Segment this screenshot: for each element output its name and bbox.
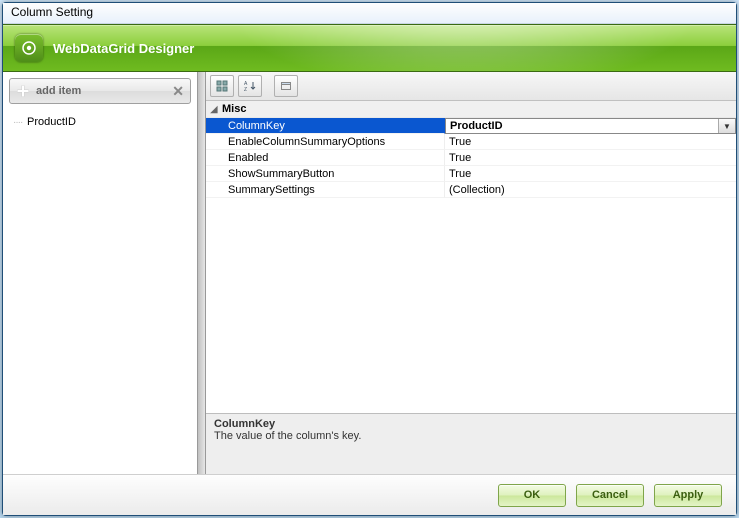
property-value[interactable]: True — [445, 150, 736, 166]
property-name: EnableColumnSummaryOptions — [206, 134, 445, 150]
property-category[interactable]: ◢ Misc — [206, 101, 736, 118]
apply-button[interactable]: Apply — [654, 484, 722, 507]
property-value-text: True — [449, 152, 471, 164]
description-text: The value of the column's key. — [214, 430, 728, 442]
property-value-text: True — [449, 136, 471, 148]
property-toolbar: AZ — [206, 72, 736, 101]
add-item-label: add item — [36, 85, 81, 97]
property-row-summarysettings[interactable]: SummarySettings (Collection) — [206, 182, 736, 198]
property-value[interactable]: ProductID ▼ — [445, 118, 736, 134]
property-value[interactable]: (Collection) — [445, 182, 736, 198]
category-label: Misc — [222, 103, 246, 115]
tree-connector-icon: ···· — [13, 117, 27, 128]
designer-header: WebDataGrid Designer — [3, 24, 736, 72]
property-value[interactable]: True — [445, 134, 736, 150]
designer-logo-icon — [15, 34, 43, 62]
window-title: Column Setting — [11, 5, 93, 19]
alphabetical-button[interactable]: AZ — [238, 75, 262, 97]
window-titlebar[interactable]: Column Setting — [3, 3, 736, 24]
property-row-columnkey[interactable]: ColumnKey ProductID ▼ — [206, 118, 736, 134]
property-pane: AZ ◢ Misc ColumnKey ProductID ▼ — [205, 72, 736, 474]
add-item-button[interactable]: add item ✕ — [9, 78, 191, 104]
property-value-text: True — [449, 168, 471, 180]
property-name: Enabled — [206, 150, 445, 166]
dropdown-icon[interactable]: ▼ — [718, 119, 735, 133]
splitter[interactable] — [198, 72, 205, 474]
item-tree: ···· ProductID — [3, 110, 197, 474]
tree-item-label: ProductID — [27, 116, 76, 128]
property-value[interactable]: True — [445, 166, 736, 182]
property-name: ColumnKey — [206, 118, 445, 134]
property-row-enablecolumnsummaryoptions[interactable]: EnableColumnSummaryOptions True — [206, 134, 736, 150]
plus-icon — [16, 84, 30, 98]
property-name: SummarySettings — [206, 182, 445, 198]
property-row-enabled[interactable]: Enabled True — [206, 150, 736, 166]
property-row-showsummarybutton[interactable]: ShowSummaryButton True — [206, 166, 736, 182]
property-description: ColumnKey The value of the column's key. — [206, 413, 736, 474]
description-name: ColumnKey — [214, 418, 728, 430]
categorized-button[interactable] — [210, 75, 234, 97]
dialog-window: Column Setting WebDataGrid Designer add … — [2, 2, 737, 516]
property-pages-button[interactable] — [274, 75, 298, 97]
content-area: add item ✕ ···· ProductID AZ — [3, 72, 736, 474]
dialog-footer: OK Cancel Apply — [3, 474, 736, 515]
close-icon[interactable]: ✕ — [172, 83, 184, 100]
property-grid: ◢ Misc ColumnKey ProductID ▼ EnableColum… — [206, 101, 736, 413]
ok-button[interactable]: OK — [498, 484, 566, 507]
collapse-icon[interactable]: ◢ — [206, 104, 222, 115]
property-value-text: (Collection) — [449, 184, 505, 196]
designer-title: WebDataGrid Designer — [53, 41, 194, 56]
property-name: ShowSummaryButton — [206, 166, 445, 182]
property-value-text: ProductID — [450, 120, 503, 132]
svg-text:Z: Z — [244, 87, 247, 92]
left-pane: add item ✕ ···· ProductID — [3, 72, 198, 474]
cancel-button[interactable]: Cancel — [576, 484, 644, 507]
tree-item[interactable]: ···· ProductID — [13, 114, 197, 130]
